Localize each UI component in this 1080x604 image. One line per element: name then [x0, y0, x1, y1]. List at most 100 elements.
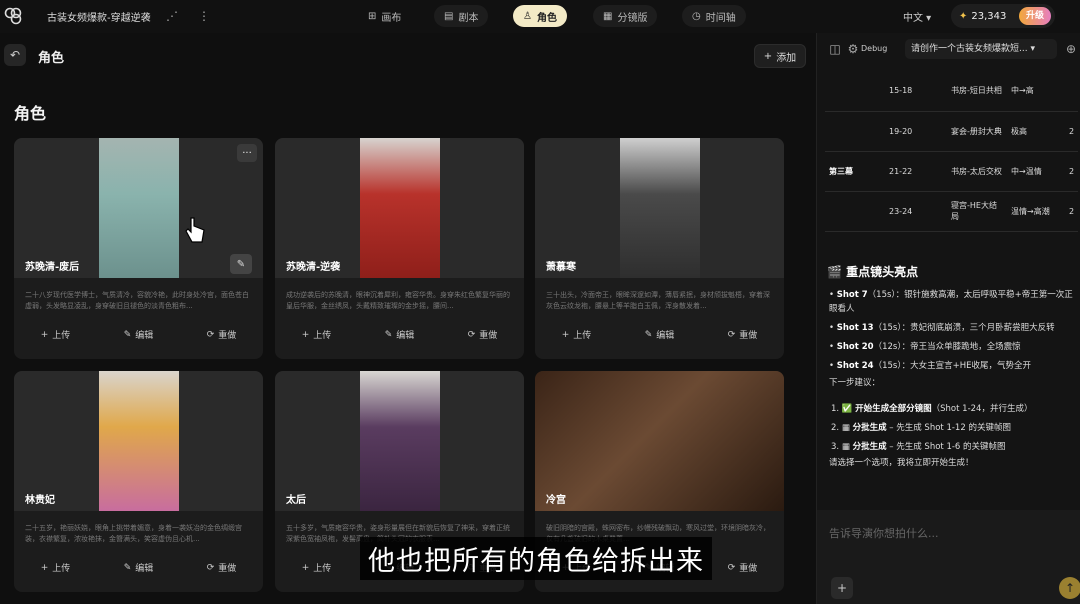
character-description: 三十出头，冷面帝王，眼眸深邃如潭，薄唇紧抿，身材颀拔魁梧，穿着深灰色云纹龙袍，腰…	[546, 291, 770, 310]
refresh-icon: ⟳	[206, 329, 215, 340]
pencil-icon: ✎	[644, 329, 653, 340]
tab-storyboard[interactable]: ▦ 分镜版	[593, 5, 658, 27]
add-button[interactable]: + 添加	[754, 44, 806, 68]
step-option[interactable]: 1. ✅ 开始生成全部分镜图（Shot 1-24，并行生成）	[831, 400, 1032, 419]
refresh-icon: ⟳	[727, 329, 736, 340]
check-icon: ✅	[841, 404, 853, 414]
pencil-icon: ✎	[123, 562, 132, 573]
upload-button[interactable]: +上传	[302, 328, 332, 342]
script-icon: ▤	[444, 10, 454, 22]
highlights-heading: 🎬 重点镜头亮点	[827, 265, 919, 279]
timeline-icon: ◷	[692, 10, 701, 22]
pencil-icon: ✎	[123, 329, 132, 340]
character-description: 成功逆袭后的苏晚清，眼神沉着犀利，雍容华贵。身穿朱红色繁复华丽的皇后华服，金丝绣…	[286, 291, 510, 310]
grid-icon: ▦	[841, 423, 850, 433]
tab-timeline[interactable]: ◷ 时间轴	[682, 5, 746, 27]
table-row: 19-20 宴会-册封大典 极高 2	[825, 111, 1079, 152]
project-title[interactable]: 古装女频爆款-穿越逆袭	[47, 9, 151, 24]
redo-button[interactable]: ⟳重做	[206, 561, 237, 575]
grid-icon: ▦	[841, 442, 850, 452]
language-select[interactable]: 中文 ▾	[903, 9, 931, 24]
character-card[interactable]: 林贵妃 二十五岁，艳丽妖娆，眼角上挑带着媚意，身着一袭妖冶的金色绸缎宫装，衣襟繁…	[14, 371, 263, 592]
character-card[interactable]: ··· 苏晚清-废后 ✎ 二十八岁现代医学博士，气质清冷，容貌冷艳，此时身处冷宫…	[14, 138, 263, 359]
back-button[interactable]: ↶	[4, 44, 26, 66]
character-image	[535, 138, 784, 278]
back-arrow-icon: ↶	[9, 48, 21, 62]
location-name: 冷宫	[546, 495, 566, 506]
list-item: • Shot 24（15s）：大女主宣言+HE收尾，气势全开	[829, 361, 1031, 371]
character-image	[275, 138, 524, 278]
app-logo-icon[interactable]	[4, 7, 22, 25]
storyboard-icon: ▦	[603, 10, 613, 22]
canvas-icon: ⊞	[368, 10, 377, 22]
tab-characters[interactable]: ♙ 角色	[513, 5, 567, 27]
table-row: 第三幕 21-22 书房-太后交权 中→温情 2	[825, 151, 1079, 192]
character-name: 苏晚清-逆袭	[286, 262, 341, 273]
upload-button[interactable]: +上传	[301, 561, 332, 575]
top-bar: 古装女频爆款-穿越逆袭 ⋰ ⋮ ⊞ 画布 ▤ 剧本 ♙ 角色 ▦ 分镜版 ◷ 时间轴 中文…	[0, 0, 1080, 33]
tab-canvas[interactable]: ⊞ 画布	[358, 5, 411, 27]
character-card[interactable]: 苏晚清-逆袭 成功逆袭后的苏晚清，眼神沉着犀利，雍容华贵。身穿朱红色繁复华丽的皇…	[275, 138, 524, 359]
step-option[interactable]: 2. ▦ 分批生成 – 先生成 Shot 1-12 的关键帧图	[831, 419, 1032, 438]
section-title: 角色	[14, 104, 47, 123]
next-steps-heading: 下一步建议：	[829, 378, 881, 388]
prompt-dropdown[interactable]: 请创作一个古装女频爆款短... ▾	[905, 39, 1057, 59]
chat-input-area[interactable]: 告诉导演你想拍什么... + ↑	[817, 510, 1080, 604]
add-chat-icon[interactable]: ⊕	[1063, 41, 1079, 57]
edit-name-icon[interactable]: ✎	[230, 254, 252, 274]
send-button[interactable]: ↑	[1059, 577, 1080, 599]
upload-button[interactable]: +上传	[562, 328, 592, 342]
debug-label[interactable]: Debug	[861, 44, 887, 53]
panel-toggle-icon[interactable]: ◫	[827, 41, 843, 57]
page-title: 角色	[38, 51, 65, 66]
chat-input[interactable]: 告诉导演你想拍什么...	[829, 525, 939, 541]
upgrade-button[interactable]: 升级	[1018, 7, 1051, 25]
next-steps-list: 1. ✅ 开始生成全部分镜图（Shot 1-24，并行生成） 2. ▦ 分批生成…	[831, 400, 1032, 457]
character-image	[14, 371, 263, 511]
sparkle-icon: ✦	[959, 10, 968, 22]
character-image	[14, 138, 263, 278]
edit-button[interactable]: ✎编辑	[385, 328, 415, 342]
plus-icon: +	[763, 50, 773, 62]
share-icon[interactable]: ⋰	[164, 8, 180, 24]
table-row: 23-24 寝宫-HE大结局 温情→高潮 2	[825, 191, 1079, 232]
upload-button[interactable]: +上传	[40, 328, 71, 342]
step-option[interactable]: 3. ▦ 分批生成 – 先生成 Shot 1-6 的关键帧图	[831, 438, 1032, 457]
plus-icon: +	[301, 562, 310, 573]
upload-button[interactable]: +上传	[40, 561, 71, 575]
assistant-prompt: 请选择一个选项，我将立即开始生成！	[829, 458, 974, 468]
mouse-pointer-icon	[185, 217, 205, 243]
redo-button[interactable]: ⟳重做	[206, 328, 237, 342]
edit-button[interactable]: ✎编辑	[123, 561, 154, 575]
refresh-icon: ⟳	[206, 562, 215, 573]
more-vert-icon[interactable]: ⋮	[196, 8, 212, 24]
refresh-icon: ⟳	[467, 329, 476, 340]
more-options-button[interactable]: ···	[237, 144, 257, 162]
plus-icon: +	[40, 562, 49, 573]
character-description: 二十五岁，艳丽妖娆，眼角上挑带着媚意，身着一袭妖冶的金色绸缎宫装，衣襟繁复，浓妆…	[25, 524, 242, 543]
person-icon: ♙	[523, 10, 532, 22]
character-name: 苏晚清-废后	[25, 262, 80, 273]
redo-button[interactable]: ⟳重做	[467, 328, 498, 342]
plus-icon: +	[40, 329, 49, 340]
location-image	[535, 371, 784, 511]
character-panel: ↶ 角色 + 添加 角色 ··· 苏晚清-废后 ✎ 二十八岁现代医学博士，气质清冷…	[0, 33, 816, 604]
table-row: 15-18 书房-短日共相 中→高	[825, 71, 1079, 112]
tab-script[interactable]: ▤ 剧本	[434, 5, 489, 27]
credits-badge[interactable]: ✦ 23,343 升级	[951, 4, 1055, 28]
arrow-up-icon: ↑	[1064, 581, 1076, 595]
clapper-icon: 🎬	[827, 265, 842, 279]
character-name: 萧慕寒	[546, 262, 576, 273]
redo-button[interactable]: ⟳重做	[727, 561, 758, 575]
bug-icon[interactable]: ⚙	[845, 41, 861, 57]
redo-button[interactable]: ⟳重做	[727, 328, 758, 342]
character-description: 二十八岁现代医学博士，气质清冷，容貌冷艳，此时身处冷宫，面色苍白虚弱，头发略显凌…	[25, 291, 249, 310]
attach-button[interactable]: +	[831, 577, 853, 599]
edit-button[interactable]: ✎编辑	[123, 328, 154, 342]
refresh-icon: ⟳	[727, 562, 736, 573]
credits-count: 23,343	[971, 10, 1007, 22]
video-subtitle: 他也把所有的角色给拆出来	[360, 537, 712, 580]
character-image	[275, 371, 524, 511]
character-card[interactable]: 萧慕寒 三十出头，冷面帝王，眼眸深邃如潭，薄唇紧抿，身材颀拔魁梧，穿着深灰色云纹…	[535, 138, 784, 359]
edit-button[interactable]: ✎编辑	[644, 328, 675, 342]
